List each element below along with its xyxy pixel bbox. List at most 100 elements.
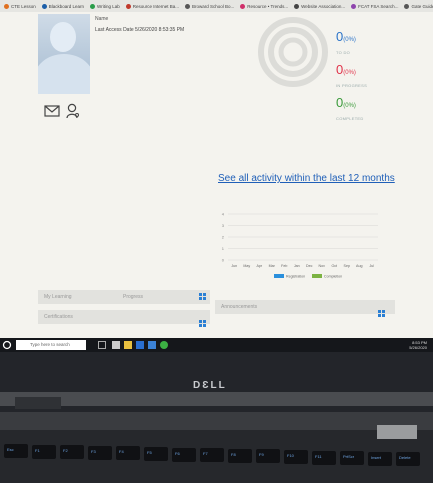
dell-logo: DƐLL <box>193 380 227 391</box>
bookmark-label: Website Association... <box>301 3 346 9</box>
bookmark-favicon-icon <box>185 3 191 9</box>
store-icon[interactable] <box>136 341 144 349</box>
laptop-screen: CTE Lesson Blackboard Learn Writing Lab Res… <box>0 0 433 352</box>
bookmark-label: Gate Guides Ip... <box>411 3 433 9</box>
avatar-shoulders <box>38 54 90 94</box>
keyboard-key-label: F9 <box>259 452 264 457</box>
keyboard-key: F4 <box>116 446 140 460</box>
chart-x-tick-label: Jan <box>294 264 300 268</box>
chart-x-tick-label: Oct <box>331 264 337 268</box>
keyboard-key-label: F7 <box>203 451 208 456</box>
chart-x-tick-label: Mar <box>269 264 276 268</box>
bookmark-item[interactable]: Blackboard Learn <box>41 3 85 9</box>
chart-x-tick-label: Feb <box>281 264 287 268</box>
my-learning-label: My Learning <box>44 294 72 300</box>
chart-x-tick-label: Apr <box>256 264 262 268</box>
task-view-icon[interactable] <box>98 341 106 349</box>
stat-completed: 0(0%) COMPLETED <box>336 96 367 121</box>
user-profile-icon[interactable] <box>66 103 80 119</box>
chart-x-tick-label: May <box>243 264 250 268</box>
keyboard-key-label: PrtScr <box>343 454 355 459</box>
keyboard-key: Esc <box>4 444 28 458</box>
my-learning-panel[interactable]: My Learning Progress <box>38 290 210 304</box>
stat-todo-pct: (0%) <box>343 37 356 43</box>
chart-x-tick-label: Sep <box>344 264 350 268</box>
keyboard-key: F8 <box>228 449 252 463</box>
progress-stats: 0(0%) TO DO 0(0%) IN PROGRESS 0(0%) COMP… <box>336 30 367 129</box>
chart-x-tick-label: Aug <box>356 264 362 268</box>
bookmark-item[interactable]: Resource Internet Ba... <box>125 3 179 9</box>
certifications-panel[interactable]: Certifications <box>38 310 210 324</box>
stat-todo: 0(0%) TO DO <box>336 30 367 55</box>
certifications-grid-icon[interactable] <box>199 320 206 327</box>
stat-completed-pct: (0%) <box>343 103 356 109</box>
keyboard-key-label: F10 <box>287 453 294 458</box>
windows-start-icon[interactable] <box>2 340 12 350</box>
bookmark-favicon-icon <box>351 3 357 9</box>
keyboard-key: F1 <box>32 445 56 459</box>
bookmark-label: Writing Lab <box>97 3 120 9</box>
keyboard-key: F5 <box>144 447 168 461</box>
bookmark-label: Blackboard Learn <box>48 3 85 9</box>
stat-completed-label: COMPLETED <box>336 116 364 121</box>
certifications-label: Certifications <box>44 314 73 320</box>
chart-legend-label: Completion <box>324 275 342 279</box>
laptop-lid-edge <box>0 392 433 406</box>
keyboard-key-label: Insert <box>371 455 382 460</box>
progress-donut-chart <box>258 17 328 87</box>
file-explorer-icon[interactable] <box>124 341 132 349</box>
announcements-label: Announcements <box>221 304 258 310</box>
announcements-grid-icon[interactable] <box>378 310 385 317</box>
activity-bar-chart: 4 3 2 1 0 Jun May Apr Mar Feb Jan Dec Nov Oct Sep Aug Ju… <box>222 212 378 279</box>
bookmark-favicon-icon <box>41 3 47 9</box>
stat-todo-label: TO DO <box>336 50 351 55</box>
keyboard-key: Delete <box>396 452 420 466</box>
bookmark-favicon-icon <box>404 3 410 9</box>
keyboard-key: Insert <box>368 452 392 466</box>
keyboard-key-label: F8 <box>231 452 236 457</box>
bookmark-label: Broward School Bo... <box>192 3 235 9</box>
bookmark-favicon-icon <box>4 3 9 9</box>
taskbar-clock[interactable]: 8:53 PM 5/26/2020 <box>409 340 427 350</box>
bookmark-label: FCAT FSA Search... <box>358 3 399 9</box>
bookmark-item[interactable]: FCAT FSA Search... <box>351 3 399 9</box>
keyboard-key: PrtScr <box>340 451 364 465</box>
announcements-panel[interactable]: Announcements <box>215 300 395 314</box>
bookmark-item[interactable]: Website Association... <box>294 3 346 9</box>
avatar[interactable] <box>38 14 90 94</box>
bookmark-label: CTE Lesson <box>11 3 36 9</box>
stat-in-progress: 0(0%) IN PROGRESS <box>336 63 367 88</box>
bookmark-item[interactable]: Broward School Bo... <box>185 3 235 9</box>
keyboard-key: F10 <box>284 450 308 464</box>
keyboard-key: F11 <box>312 451 336 465</box>
chart-y-tick-label: 4 <box>222 212 225 217</box>
taskbar-search-input[interactable]: Type here to search <box>16 340 86 350</box>
bookmark-favicon-icon <box>240 3 246 9</box>
edge-browser-icon[interactable] <box>112 341 120 349</box>
chart-x-tick-label: Nov <box>319 264 326 268</box>
bookmark-favicon-icon <box>125 3 131 9</box>
mail-icon[interactable] <box>44 105 60 117</box>
see-all-activity-link[interactable]: See all activity within the last 12 mont… <box>218 173 395 184</box>
windows-taskbar: Type here to search 8:53 PM 5/26/2020 <box>0 338 433 352</box>
chart-y-tick-label: 3 <box>222 223 225 228</box>
chart-y-tick-label: 2 <box>222 235 225 240</box>
my-learning-grid-icon[interactable] <box>199 293 206 300</box>
bookmark-item[interactable]: Writing Lab <box>90 3 120 9</box>
chart-legend-swatch <box>312 274 322 278</box>
chart-y-tick-label: 0 <box>222 258 225 263</box>
keyboard-key: F7 <box>200 448 224 462</box>
bookmark-favicon-icon <box>294 3 300 9</box>
taskbar-date: 5/26/2020 <box>409 345 427 350</box>
laptop-keyboard: Esc F1 F2 F3 F4 F5 F6 F7 F8 F9 F10 F11 PrtScr Insert D… <box>0 430 433 483</box>
avatar-head <box>50 22 76 52</box>
bookmark-item[interactable]: Gate Guides Ip... <box>404 3 433 9</box>
chrome-browser-icon[interactable] <box>160 341 168 349</box>
bookmark-item[interactable]: CTE Lesson <box>4 3 36 9</box>
mail-app-icon[interactable] <box>148 341 156 349</box>
chart-x-tick-label: Jul <box>369 264 374 268</box>
bookmark-item[interactable]: Resource • Trends... <box>240 3 289 9</box>
laptop-hinge-right <box>377 425 417 439</box>
bookmark-label: Resource • Trends... <box>247 3 289 9</box>
keyboard-key-label: F6 <box>175 451 180 456</box>
